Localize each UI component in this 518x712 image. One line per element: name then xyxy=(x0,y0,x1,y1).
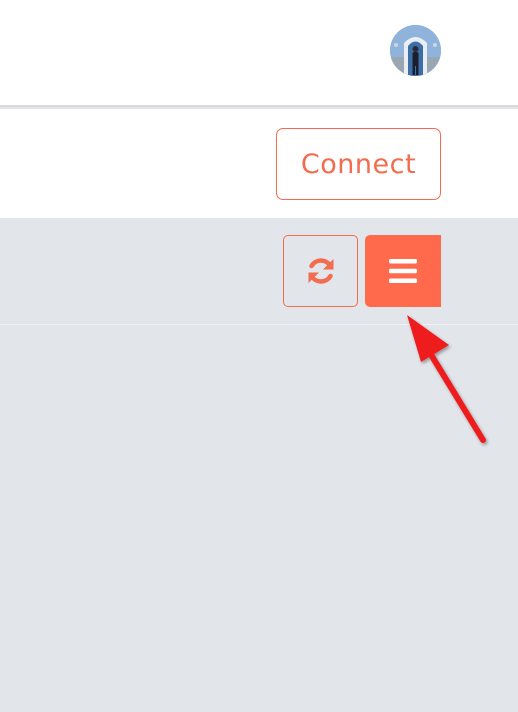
annotation-arrow-icon xyxy=(407,315,486,443)
connect-bar: Connect xyxy=(0,109,518,218)
user-avatar[interactable] xyxy=(390,25,441,76)
refresh-icon xyxy=(308,258,333,284)
avatar-photo-icon xyxy=(390,25,441,76)
menu-button[interactable] xyxy=(365,235,441,307)
refresh-button[interactable] xyxy=(283,235,358,307)
hamburger-menu-icon xyxy=(389,259,417,283)
top-header xyxy=(0,0,518,107)
connect-button[interactable]: Connect xyxy=(276,128,441,200)
